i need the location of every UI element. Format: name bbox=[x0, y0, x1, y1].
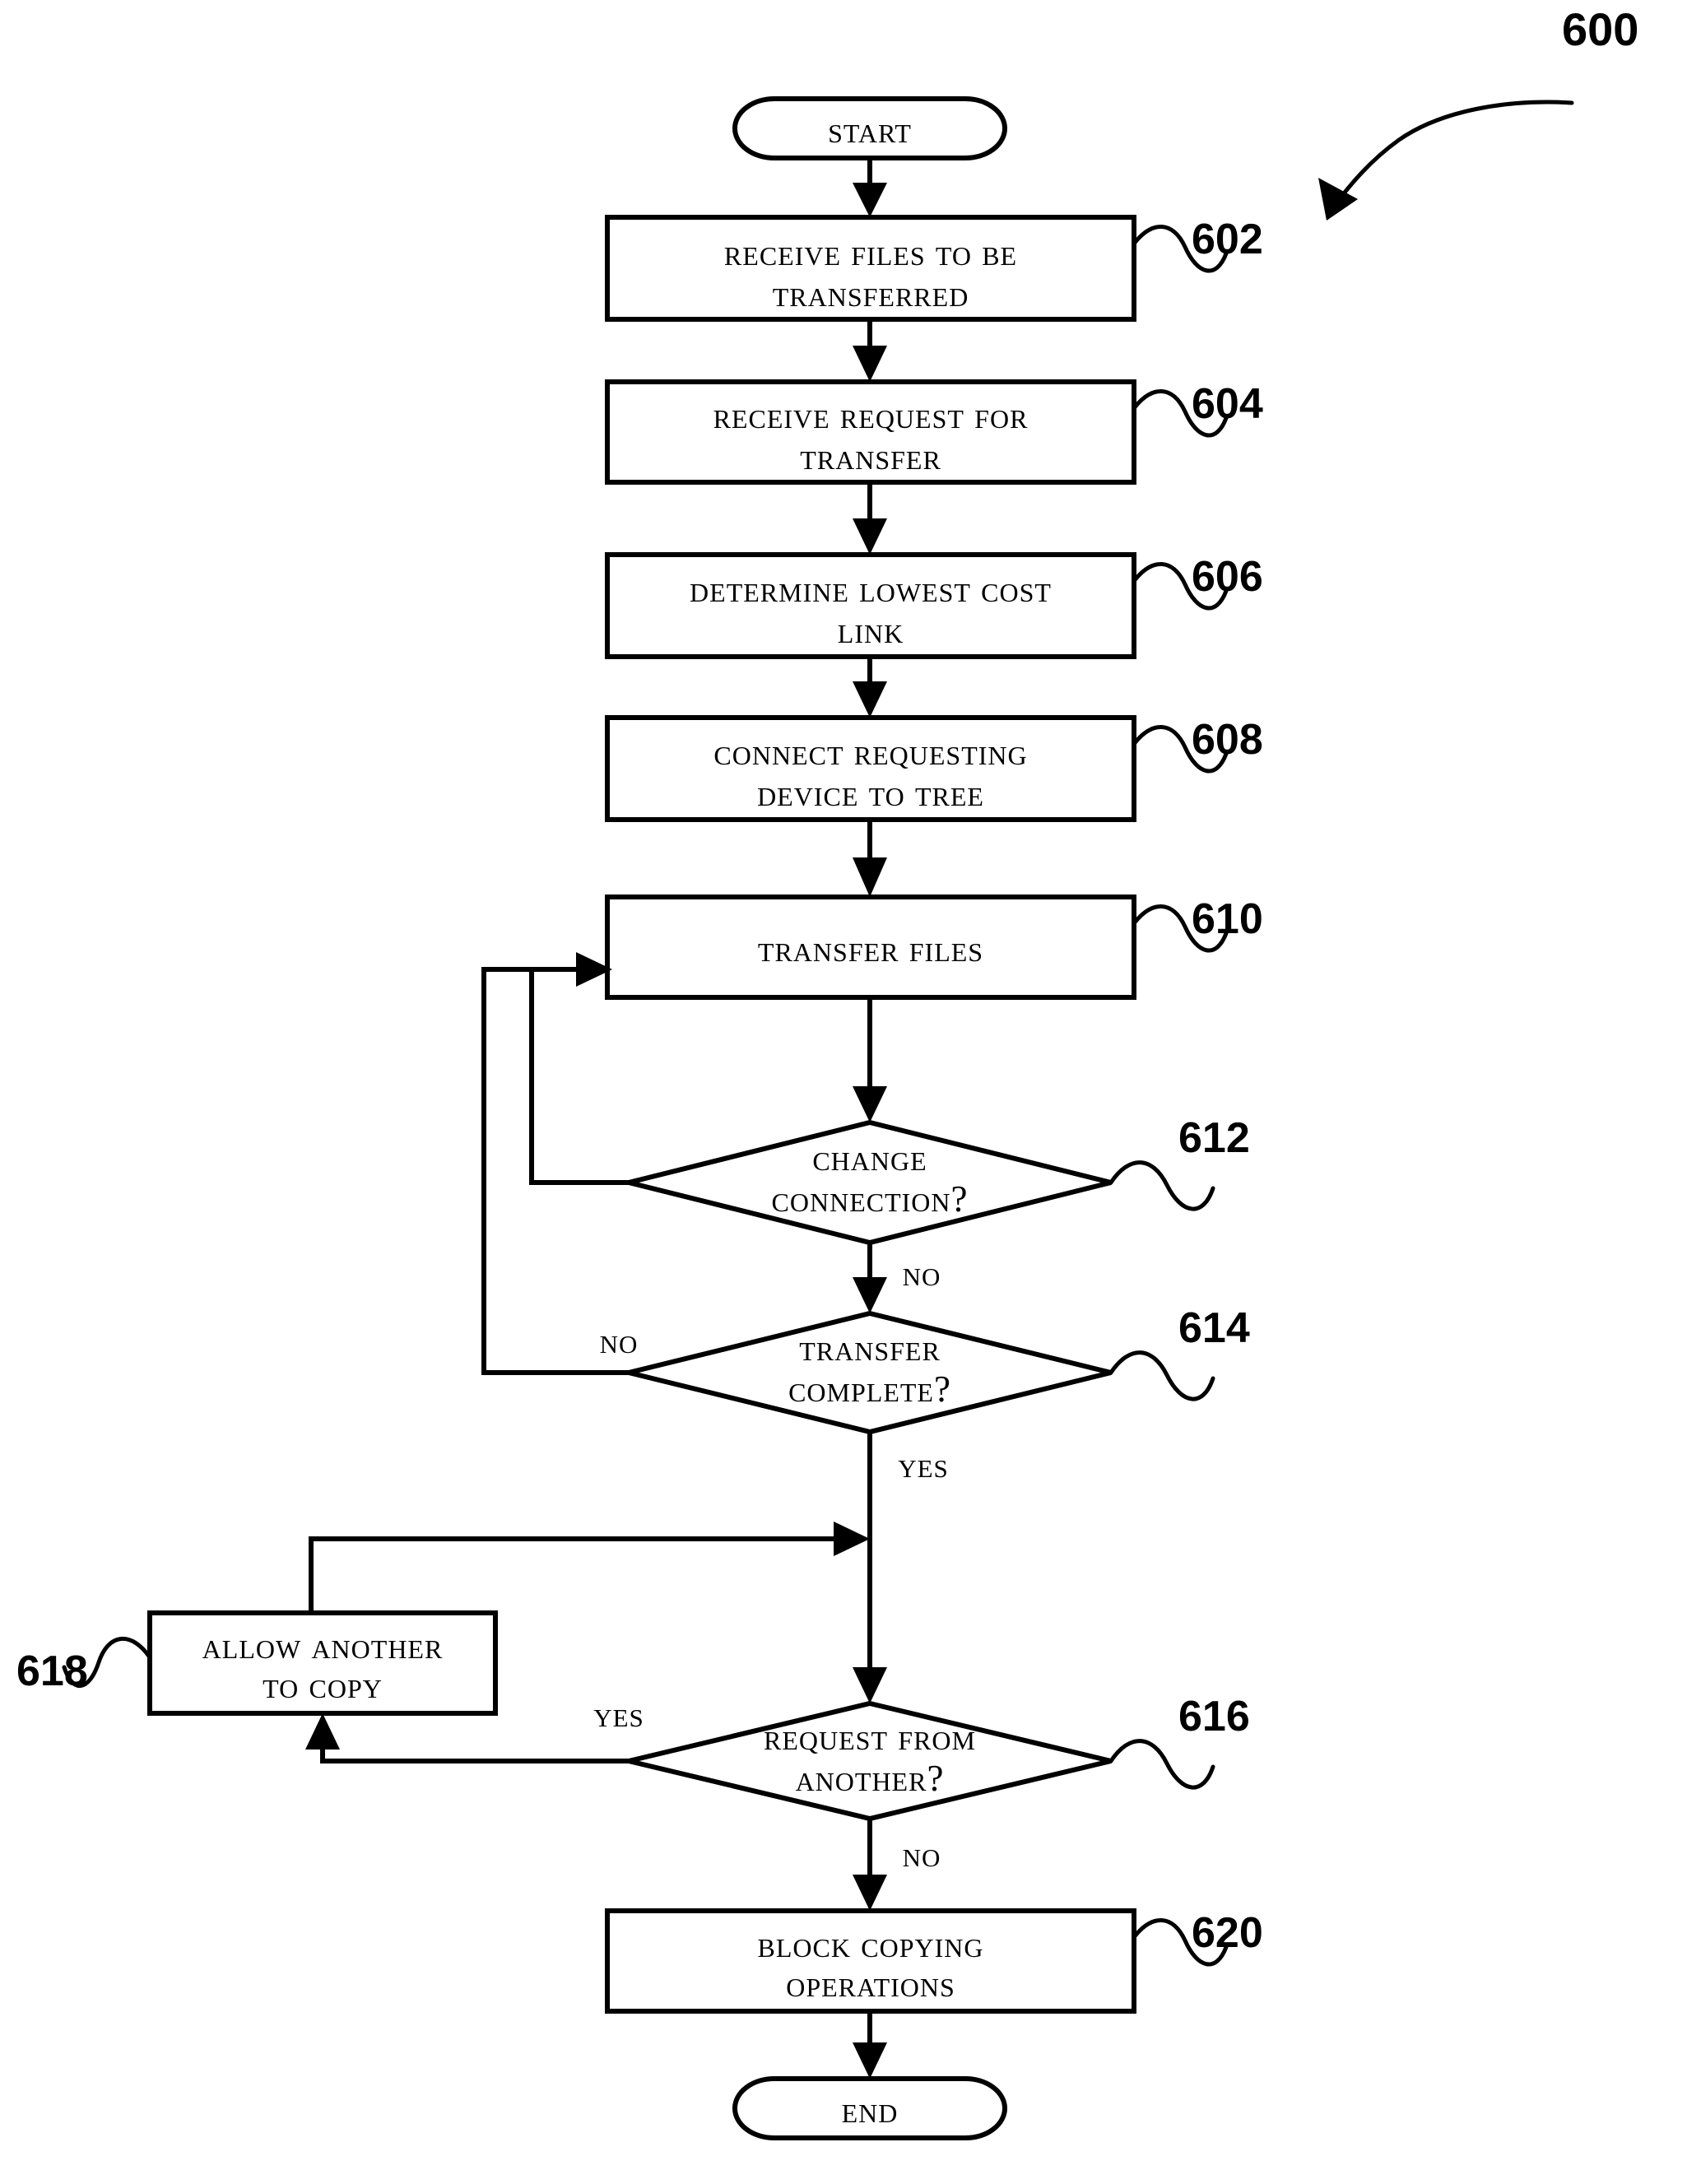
ref-callout-616: 616 bbox=[1108, 1693, 1250, 1790]
branch-label-616-no: No bbox=[903, 1834, 941, 1875]
ref-602-label: 602 bbox=[1192, 216, 1263, 263]
start-label: Start bbox=[828, 109, 912, 151]
edge-line-612-loop bbox=[529, 969, 629, 1185]
edge-620-to-end bbox=[853, 2011, 887, 2079]
node-614-line2: Complete? bbox=[788, 1368, 951, 1410]
ref-612-label: 612 bbox=[1178, 1114, 1250, 1162]
node-618-line2: to Copy bbox=[263, 1665, 383, 1706]
node-start: Start bbox=[732, 96, 1007, 160]
edge-arrowhead bbox=[853, 346, 887, 382]
ref-604-label: 604 bbox=[1192, 380, 1263, 428]
figure-number-callout: 600 bbox=[1318, 3, 1638, 221]
node-620: Block Copying Operations bbox=[605, 1908, 1136, 2014]
ref-callout-610: 610 bbox=[1132, 895, 1263, 953]
edge-arrowhead bbox=[853, 518, 887, 555]
node-614-line1: Transfer bbox=[799, 1327, 941, 1368]
node-612-line1: Change bbox=[812, 1137, 927, 1178]
ref-608-label: 608 bbox=[1192, 716, 1263, 764]
edge-606-to-608 bbox=[853, 657, 887, 718]
node-614: Transfer Complete? bbox=[628, 1310, 1112, 1435]
edge-602-to-604 bbox=[853, 319, 887, 382]
edge-612-to-614: No bbox=[853, 1243, 941, 1313]
node-620-line2: Operations bbox=[786, 1963, 955, 2005]
ref-callout-618: 618 bbox=[16, 1636, 152, 1695]
edge-line-614-loop bbox=[481, 967, 629, 1375]
node-end: End bbox=[732, 2076, 1007, 2140]
ref-612-squiggle bbox=[1108, 1160, 1215, 1211]
node-620-line1: Block Copying bbox=[758, 1924, 984, 1965]
node-618: Allow Another to Copy bbox=[147, 1610, 498, 1716]
node-618-line1: Allow Another bbox=[202, 1625, 444, 1666]
ref-606-label: 606 bbox=[1192, 553, 1263, 601]
ref-618-label: 618 bbox=[16, 1647, 88, 1695]
ref-616-squiggle bbox=[1108, 1739, 1215, 1790]
node-612-line2: Connection? bbox=[772, 1178, 969, 1220]
edge-arrowhead bbox=[853, 183, 887, 217]
edge-614-loop-to-610: No bbox=[481, 952, 639, 1375]
node-616-line2: Another? bbox=[796, 1758, 945, 1799]
ref-callout-604: 604 bbox=[1132, 380, 1263, 438]
figure-leader-curve bbox=[1331, 100, 1574, 210]
edge-arrowhead bbox=[853, 857, 887, 897]
flowchart-svg: 600 Start Receive Files To Be Transferre… bbox=[16, 3, 1638, 2140]
edge-arrowhead bbox=[853, 681, 887, 718]
figure-number-label: 600 bbox=[1562, 3, 1638, 55]
node-616-line1: Request From bbox=[764, 1717, 976, 1758]
node-606: Determine Lowest Cost Link bbox=[605, 552, 1136, 659]
edge-604-to-606 bbox=[853, 482, 887, 555]
figure-canvas: 600 Start Receive Files To Be Transferre… bbox=[0, 0, 1687, 2184]
edge-608-to-610 bbox=[853, 820, 887, 897]
edge-arrowhead-618-return bbox=[834, 1522, 870, 1556]
ref-callout-620: 620 bbox=[1132, 1909, 1263, 1967]
edge-arrowhead bbox=[853, 1875, 887, 1911]
edge-arrowhead bbox=[853, 1086, 887, 1122]
node-602-line2: Transferred bbox=[773, 273, 969, 314]
ref-614-squiggle bbox=[1108, 1350, 1215, 1401]
edge-616-to-620: No bbox=[853, 1819, 941, 1911]
node-608-line2: Device to Tree bbox=[757, 773, 984, 814]
edge-line-618-return bbox=[309, 1536, 849, 1613]
node-602: Receive Files To Be Transferred bbox=[605, 215, 1136, 322]
node-602-line1: Receive Files To Be bbox=[724, 232, 1017, 273]
ref-616-label: 616 bbox=[1178, 1693, 1250, 1740]
node-604-line2: Transfer bbox=[800, 436, 941, 477]
node-612: Change Connection? bbox=[628, 1119, 1112, 1246]
ref-callout-612: 612 bbox=[1108, 1114, 1250, 1211]
node-608-line1: Connect Requesting bbox=[713, 732, 1027, 773]
ref-620-label: 620 bbox=[1192, 1909, 1263, 1957]
node-606-line2: Link bbox=[838, 610, 904, 651]
ref-610-label: 610 bbox=[1192, 895, 1263, 943]
branch-label-616-yes: Yes bbox=[593, 1694, 644, 1735]
edge-612-loop-to-610 bbox=[529, 969, 629, 1185]
branch-label-614-no: No bbox=[600, 1321, 639, 1361]
edge-arrowhead bbox=[853, 1667, 887, 1703]
node-604: Receive Request For Transfer bbox=[605, 379, 1136, 485]
node-604-line1: Receive Request For bbox=[713, 395, 1029, 436]
end-label: End bbox=[842, 2089, 899, 2131]
edge-arrowhead bbox=[853, 2042, 887, 2079]
node-610: Transfer Files bbox=[605, 895, 1136, 1000]
edge-arrowhead-618-bottom bbox=[305, 1713, 340, 1750]
ref-callout-608: 608 bbox=[1132, 716, 1263, 774]
edge-start-to-602 bbox=[853, 158, 887, 217]
node-616: Request From Another? bbox=[628, 1700, 1112, 1822]
edge-614-to-616: Yes bbox=[853, 1432, 949, 1703]
edge-618-to-spine bbox=[309, 1522, 870, 1613]
branch-label-614-yes: Yes bbox=[898, 1445, 949, 1485]
node-610-line1: Transfer Files bbox=[758, 928, 983, 969]
ref-callout-606: 606 bbox=[1132, 553, 1263, 611]
edge-610-to-612 bbox=[853, 997, 887, 1122]
node-608: Connect Requesting Device to Tree bbox=[605, 715, 1136, 822]
ref-callout-614: 614 bbox=[1108, 1304, 1250, 1401]
edge-arrowhead bbox=[853, 1277, 887, 1313]
node-606-line1: Determine Lowest Cost bbox=[690, 569, 1052, 610]
edge-line-616-yes bbox=[320, 1736, 629, 1763]
branch-label-612-no: No bbox=[903, 1253, 941, 1294]
ref-callout-602: 602 bbox=[1132, 216, 1263, 273]
ref-614-label: 614 bbox=[1178, 1304, 1250, 1352]
